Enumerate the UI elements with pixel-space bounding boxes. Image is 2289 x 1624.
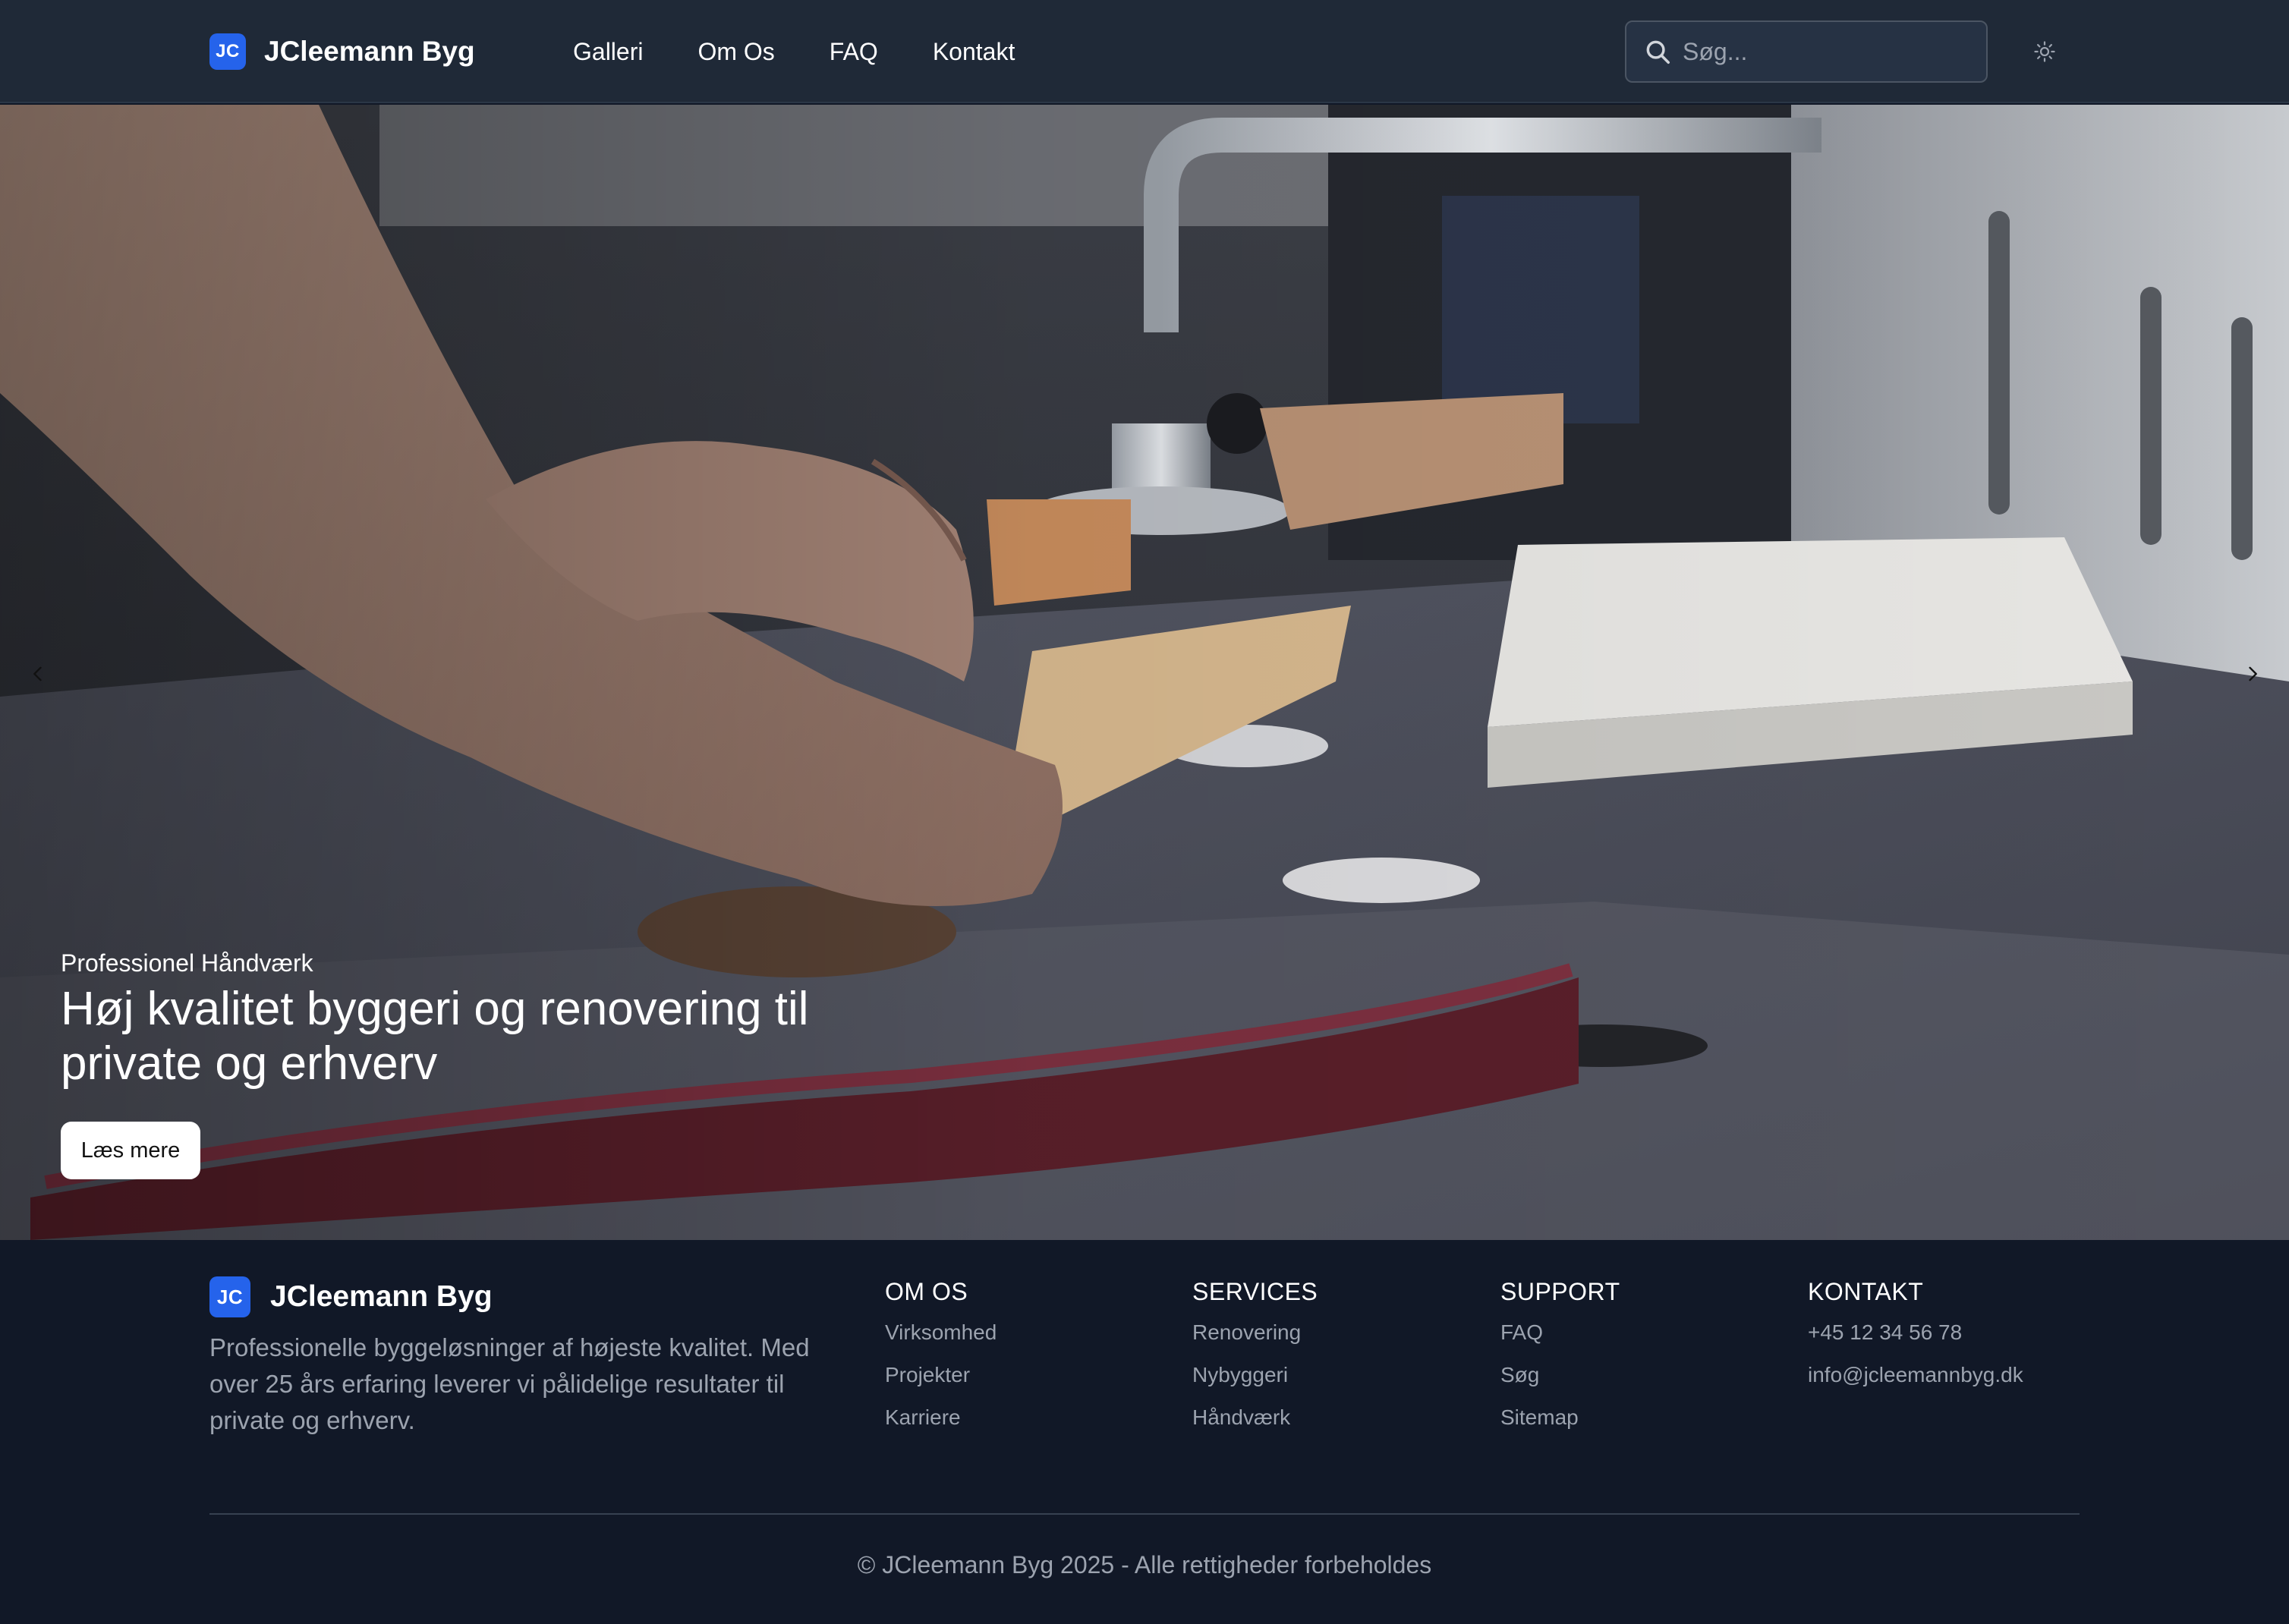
sun-icon — [2034, 41, 2055, 62]
main-nav: Galleri Om Os FAQ Kontakt — [573, 33, 1069, 70]
footer-logo-badge: JC — [209, 1276, 250, 1317]
search-input[interactable] — [1683, 37, 1971, 66]
footer-link-email[interactable]: info@jcleemannbyg.dk — [1808, 1363, 2023, 1393]
copyright-text: © JCleemann Byg 2025 - Alle rettigheder … — [857, 1551, 1432, 1578]
theme-toggle-button[interactable] — [2029, 36, 2060, 67]
footer-column-title: KONTAKT — [1808, 1278, 1924, 1305]
brand-name: JCleemann Byg — [264, 36, 475, 67]
footer-link-karriere[interactable]: Karriere — [885, 1405, 997, 1436]
nav-link-galleri[interactable]: Galleri — [573, 38, 643, 66]
search-box[interactable] — [1625, 20, 1988, 83]
hero-title: Høj kvalitet byggeri og renovering til p… — [61, 983, 809, 1090]
chevron-right-icon — [2249, 666, 2257, 681]
footer-link-nybyggeri[interactable]: Nybyggeri — [1192, 1363, 1318, 1393]
footer-column-kontakt: KONTAKT +45 12 34 56 78 info@jcleemannby… — [1808, 1278, 2023, 1393]
nav-link-om-os[interactable]: Om Os — [697, 38, 774, 66]
footer-link-sitemap[interactable]: Sitemap — [1500, 1405, 1620, 1436]
footer-column-title: SUPPORT — [1500, 1278, 1620, 1305]
footer-description: Professionelle byggeløsninger af højeste… — [209, 1333, 810, 1434]
footer-link-virksomhed[interactable]: Virksomhed — [885, 1320, 997, 1351]
footer-column-title: SERVICES — [1192, 1278, 1318, 1305]
footer-link-haandvaerk[interactable]: Håndværk — [1192, 1405, 1318, 1436]
site-header: JC JCleemann Byg Galleri Om Os FAQ Konta… — [0, 0, 2289, 103]
footer-brand[interactable]: JC JCleemann Byg — [209, 1276, 493, 1317]
footer-link-projekter[interactable]: Projekter — [885, 1363, 997, 1393]
search-icon — [1646, 40, 1670, 64]
chevron-left-icon — [33, 666, 42, 681]
nav-link-kontakt[interactable]: Kontakt — [933, 38, 1015, 66]
read-more-button[interactable]: Læs mere — [61, 1122, 200, 1179]
footer-column-om-os: OM OS Virksomhed Projekter Karriere — [885, 1278, 997, 1436]
footer-link-faq[interactable]: FAQ — [1500, 1320, 1620, 1351]
footer-column-services: SERVICES Renovering Nybyggeri Håndværk — [1192, 1278, 1318, 1436]
site-footer: JC JCleemann Byg Professionelle byggeløs… — [0, 1240, 2289, 1624]
hero-eyebrow: Professionel Håndværk — [61, 949, 313, 977]
footer-brand-name: JCleemann Byg — [270, 1280, 493, 1313]
footer-link-soeg[interactable]: Søg — [1500, 1363, 1620, 1393]
footer-column-title: OM OS — [885, 1278, 968, 1305]
hero-carousel: Professionel Håndværk Høj kvalitet bygge… — [0, 105, 2289, 1240]
footer-divider — [209, 1513, 2080, 1515]
footer-link-renovering[interactable]: Renovering — [1192, 1320, 1318, 1351]
brand-logo-link[interactable]: JC JCleemann Byg — [209, 33, 475, 70]
carousel-next-button[interactable] — [2237, 659, 2268, 689]
logo-badge: JC — [209, 33, 246, 70]
footer-link-phone[interactable]: +45 12 34 56 78 — [1808, 1320, 2023, 1351]
nav-link-faq[interactable]: FAQ — [830, 38, 878, 66]
carousel-prev-button[interactable] — [23, 659, 53, 689]
footer-column-support: SUPPORT FAQ Søg Sitemap — [1500, 1278, 1620, 1436]
